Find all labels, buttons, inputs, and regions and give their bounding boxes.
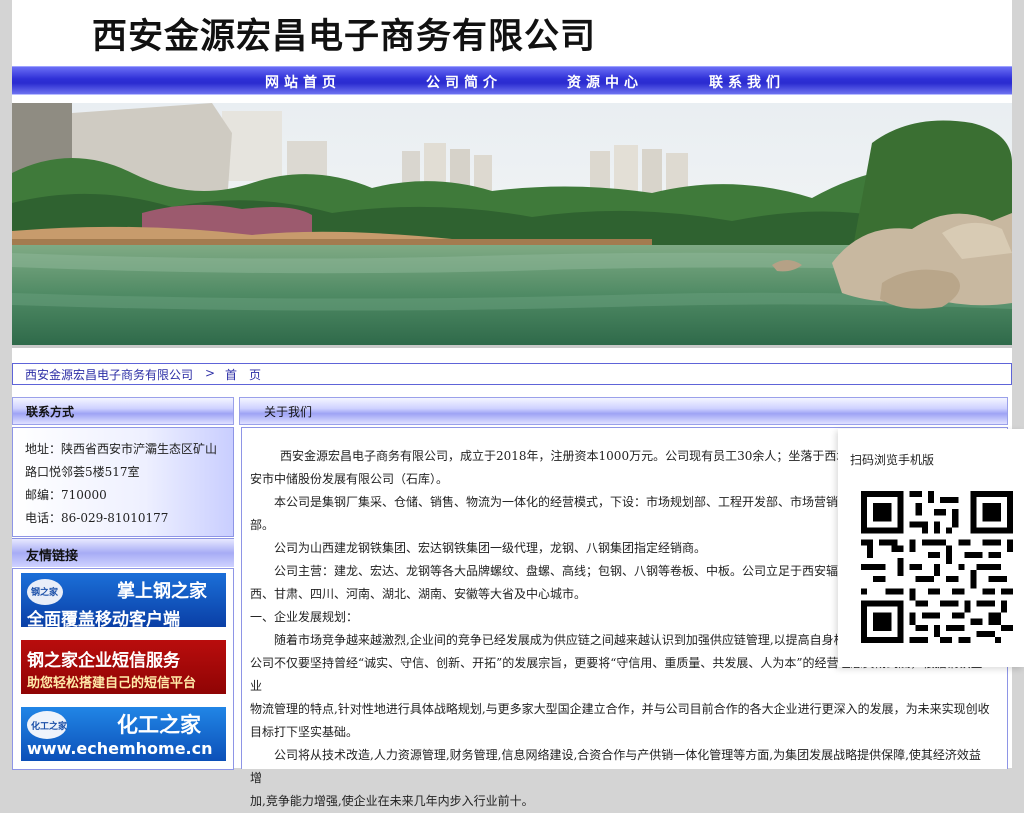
ad2-tagline: 助您轻松搭建自己的短信平台	[27, 676, 197, 691]
qr-title: 扫码浏览手机版	[850, 453, 935, 467]
banner-image	[12, 103, 1012, 345]
ad3-headline: 化工之家	[117, 713, 201, 737]
ad1-tagline: 全面覆盖移动客户端	[27, 610, 180, 627]
contact-phone: 电话：86-029-81010177	[25, 511, 169, 525]
qr-code-icon[interactable]	[861, 491, 1013, 643]
main-nav: 网站首页 公司简介 资源中心 联系我们	[12, 66, 1012, 95]
about-paragraph-6b: 加,竞争能力增强,使企业在未来几年内步入行业前十。	[250, 794, 534, 808]
contact-heading: 联系方式	[26, 405, 75, 419]
breadcrumb-home-link[interactable]: 首 页	[225, 366, 261, 383]
ad-gangzhijia-mobile[interactable]: 钢之家 掌上钢之家 全面覆盖移动客户端	[21, 573, 226, 627]
nav-about[interactable]: 公司简介	[426, 72, 502, 92]
site-title: 西安金源宏昌电子商务有限公司	[92, 17, 597, 57]
breadcrumb-company-link[interactable]: 西安金源宏昌电子商务有限公司	[25, 366, 193, 383]
contact-heading-bar: 联系方式	[12, 397, 234, 425]
ad1-brand: 钢之家	[31, 588, 59, 598]
friend-links-box: 钢之家 掌上钢之家 全面覆盖移动客户端 钢之家企业短信服务 助您轻松搭建自己的短…	[12, 568, 234, 770]
ad2-headline: 钢之家企业短信服务	[27, 651, 180, 671]
contact-address-line1: 地址：陕西省西安市浐灞生态区矿山	[25, 442, 218, 456]
about-paragraph-5c: 物流管理的特点,针对性地进行具体战略规划,与更多家大型国企建立合作，并与公司目前…	[250, 702, 990, 716]
about-heading-bar: 关于我们	[239, 397, 1008, 425]
contact-info-box: 地址：陕西省西安市浐灞生态区矿山 路口悦邻荟5楼517室 邮编：710000 电…	[12, 427, 234, 537]
qr-popup: 扫码浏览手机版	[838, 429, 1024, 667]
nav-resources[interactable]: 资源中心	[567, 72, 643, 92]
nav-home[interactable]: 网站首页	[265, 72, 341, 92]
about-paragraph-6a: 公司将从技术改造,人力资源管理,财务管理,信息网络建设,合资合作与产供销一体化管…	[250, 748, 981, 785]
ad3-url: www.echemhome.cn	[27, 739, 213, 758]
about-paragraph-5d: 目标打下坚实基础。	[250, 725, 359, 739]
links-heading: 友情链接	[26, 549, 79, 564]
banner-divider	[12, 345, 1012, 348]
contact-address-line2: 路口悦邻荟5楼517室	[25, 465, 140, 479]
nav-contact[interactable]: 联系我们	[709, 72, 785, 92]
contact-postcode: 邮编：710000	[25, 488, 107, 502]
ad3-brand: 化工之家	[31, 722, 68, 732]
breadcrumb: 西安金源宏昌电子商务有限公司 > 首 页	[12, 363, 1012, 385]
links-heading-bar: 友情链接	[12, 538, 234, 567]
ad1-headline: 掌上钢之家	[117, 581, 207, 602]
ad-echemhome[interactable]: 化工之家 化工之家 www.echemhome.cn	[21, 707, 226, 761]
about-heading: 关于我们	[264, 405, 313, 419]
ad-gangzhijia-sms[interactable]: 钢之家企业短信服务 助您轻松搭建自己的短信平台	[21, 640, 226, 694]
breadcrumb-separator: >	[205, 366, 216, 380]
site-header: 西安金源宏昌电子商务有限公司	[12, 0, 1012, 66]
